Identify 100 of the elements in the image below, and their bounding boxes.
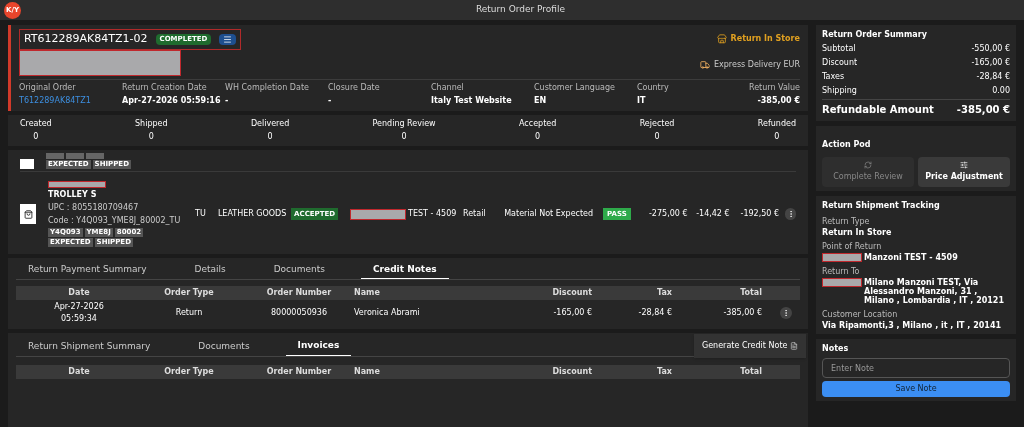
- more-button[interactable]: [785, 208, 796, 220]
- tracking-label: Return To: [822, 266, 861, 278]
- summary-label: Discount: [822, 57, 858, 69]
- stat-label: Delivered: [250, 117, 290, 130]
- menu-icon: [223, 34, 233, 44]
- action-button[interactable]: Price Adjustment: [918, 157, 1010, 187]
- card-title: Notes: [822, 343, 850, 355]
- stat-value: 0: [33, 130, 39, 143]
- stat-value: 0: [654, 130, 660, 143]
- menu-item[interactable]: Generate Credit Note: [702, 339, 788, 352]
- field-label: Return Creation Date: [122, 81, 208, 94]
- column-header: Order Type: [163, 287, 215, 299]
- bag-icon: [23, 209, 33, 219]
- stat-label: Pending Review: [372, 117, 436, 130]
- tracking-label: Customer Location: [822, 309, 899, 321]
- price-cell-text: -275,00 €: [647, 208, 688, 220]
- field-value: IT: [637, 94, 647, 107]
- order-type-cell-text: Return: [174, 307, 204, 319]
- field-value: -: [328, 94, 333, 107]
- tax-cell-text: -28,84 €: [637, 307, 672, 319]
- sliders-icon: [960, 161, 968, 169]
- column-header: Tax: [656, 287, 672, 299]
- column-header: Date: [67, 287, 91, 299]
- card-title: Return Shipment Tracking: [822, 200, 941, 212]
- field-label: Channel: [431, 81, 465, 94]
- note-input[interactable]: Enter Note: [822, 358, 1010, 378]
- discount-cell-text: -165,00 €: [552, 307, 592, 319]
- order-id: RT612289AK84TZ1-02: [24, 31, 148, 47]
- field-value: Apr-27-2026 05:59:16: [122, 94, 222, 107]
- original-order-link[interactable]: T612289AK84TZ1: [19, 94, 122, 107]
- stat-label: Rejected: [639, 117, 675, 130]
- column-header: Name: [354, 287, 381, 299]
- product-upc: UPC : 8055180709467: [48, 202, 140, 214]
- field-label: Closure Date: [328, 81, 381, 94]
- tab[interactable]: Credit Notes: [361, 260, 449, 279]
- tracking-value: Return In Store: [822, 228, 892, 237]
- tracking-value: Manzoni TEST - 4509: [864, 253, 958, 262]
- time-cell: 05:59:34: [61, 313, 97, 325]
- field-label: Return Value: [748, 81, 800, 94]
- tracking-label: Return Type: [822, 216, 871, 228]
- product-code: Code : Y4Q093_YME8J_80002_TU: [48, 215, 181, 227]
- card-title: Action Pod: [822, 140, 871, 149]
- column-header: Total: [739, 365, 762, 378]
- field-value: Italy Test Website: [431, 94, 513, 107]
- stat-value: 0: [267, 130, 273, 143]
- refundable-value: -385,00 €: [956, 103, 1010, 117]
- stat-value: 0: [148, 130, 154, 143]
- column-header: Discount: [551, 287, 592, 299]
- tab[interactable]: Return Payment Summary: [16, 260, 159, 279]
- menu-button[interactable]: [219, 33, 237, 45]
- store-cell-text: TEST - 4509: [407, 208, 458, 220]
- summary-label: Subtotal: [822, 43, 856, 55]
- field-label: Country: [637, 81, 670, 94]
- reason-cell-text: Material Not Expected: [504, 208, 595, 220]
- field-label: Customer Language: [534, 81, 616, 94]
- stat-label: Created: [20, 117, 52, 130]
- summary-label: Shipping: [822, 85, 857, 97]
- more-icon: [782, 309, 790, 317]
- tab[interactable]: Documents: [186, 337, 262, 356]
- column-header: Discount: [551, 365, 592, 378]
- order-number-cell-text: 80000050936: [270, 307, 328, 319]
- store-icon: [716, 34, 727, 44]
- column-header: Tax: [656, 365, 672, 378]
- truck-icon: [700, 60, 710, 70]
- page-title: Return Order Profile: [474, 3, 567, 17]
- channel-cell-text: Retail: [463, 208, 487, 220]
- stat-value: 0: [535, 130, 541, 143]
- column-header: Total: [739, 287, 762, 299]
- tab[interactable]: Invoices: [285, 337, 352, 356]
- tracking-value: Via Ripamonti,3 , Milano , it , IT , 20141: [822, 321, 1001, 330]
- attribute-chip: [86, 152, 104, 159]
- refresh-icon: [864, 161, 872, 169]
- field-value: -: [225, 94, 230, 107]
- stat-label: Accepted: [519, 117, 557, 130]
- tab[interactable]: Return Shipment Summary: [16, 337, 163, 356]
- redaction-block: [350, 208, 407, 220]
- column-header: Name: [354, 365, 381, 378]
- date-cell: Apr-27-2026: [54, 301, 104, 313]
- summary-value: -165,00 €: [971, 57, 1010, 69]
- column-header: Order Type: [163, 365, 215, 378]
- redaction-block: [822, 278, 862, 287]
- tab[interactable]: Details: [182, 260, 238, 279]
- tracking-label: Point of Return: [822, 241, 883, 253]
- attribute-chip: [66, 152, 84, 159]
- total-cell-text: -385,00 €: [722, 307, 762, 319]
- field-value: -385,00 €: [757, 94, 800, 107]
- field-value: EN: [534, 94, 548, 107]
- field-label: Original Order: [19, 81, 77, 94]
- delivery-method: Express Delivery EUR: [714, 59, 800, 71]
- summary-value: 0.00: [992, 85, 1010, 97]
- more-button[interactable]: [780, 307, 792, 319]
- attribute-chip: [46, 152, 64, 159]
- column-header: Order Number: [265, 287, 333, 299]
- column-header: Date: [67, 365, 91, 378]
- summary-value: -550,00 €: [971, 43, 1010, 55]
- tab[interactable]: Documents: [261, 260, 337, 279]
- stat-value: 0: [774, 130, 780, 143]
- card-title: Return Order Summary: [822, 29, 928, 41]
- save-note-button[interactable]: Save Note: [822, 381, 1010, 397]
- total-cell-text: -192,50 €: [739, 208, 779, 220]
